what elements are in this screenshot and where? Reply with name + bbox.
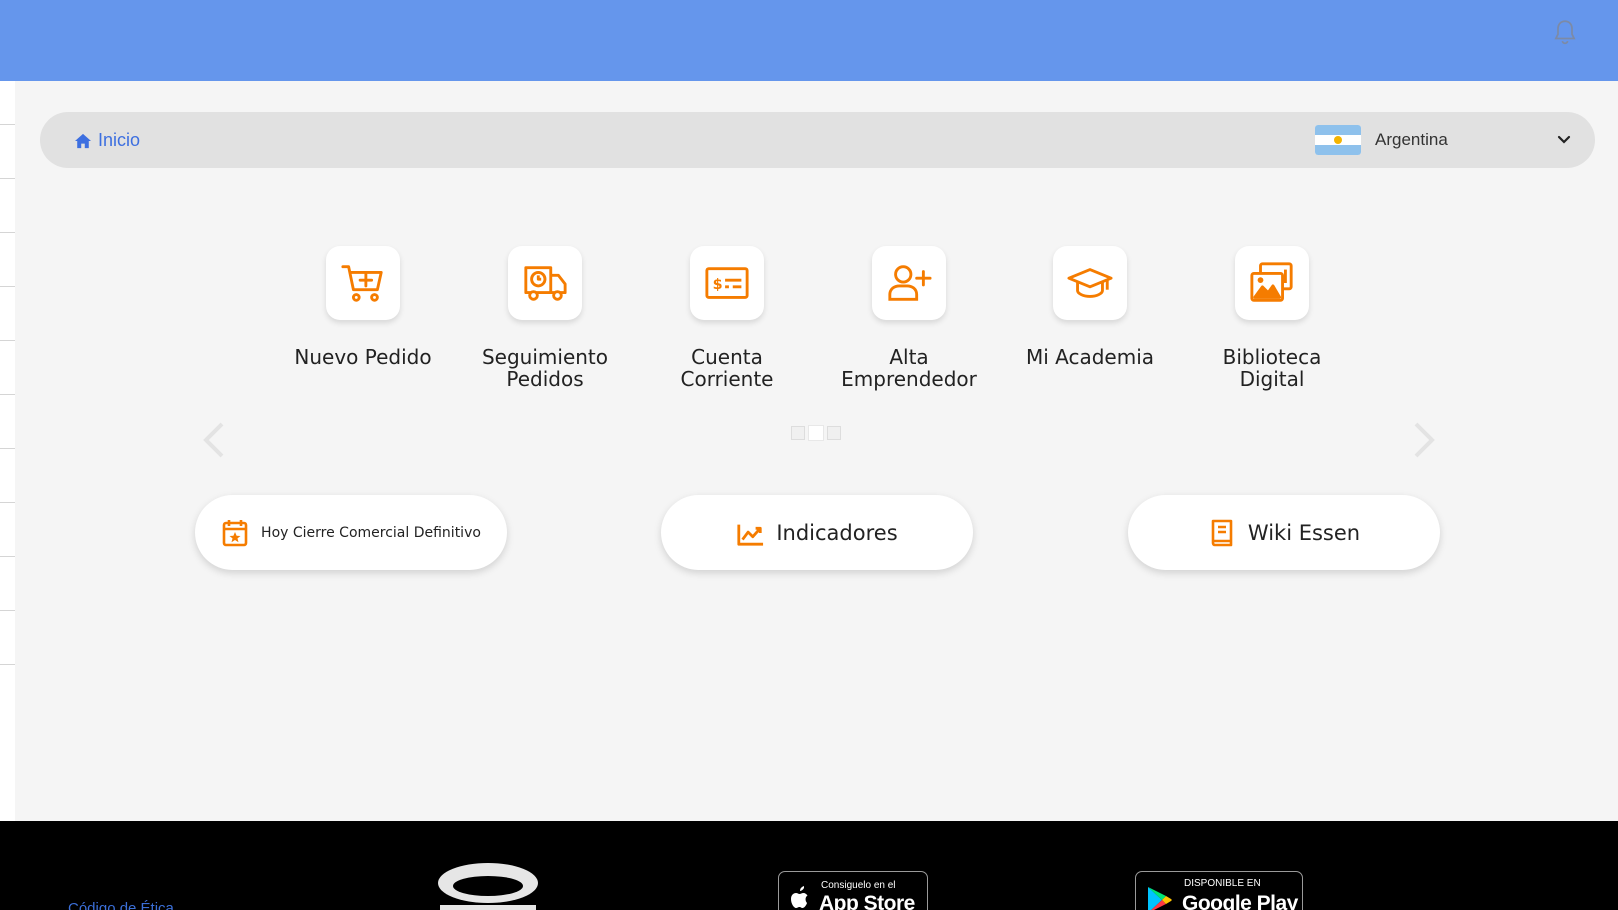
graduation-cap-icon [1067,268,1113,298]
carousel-dot[interactable] [791,426,805,440]
footer: Código de Ética Consiguelo en el App Sto… [0,821,1618,910]
sidebar-divider [0,340,15,341]
shortcut-mi-academia[interactable]: Mi Academia [1000,246,1180,368]
shortcut-label: Mi Academia [1025,345,1155,369]
svg-text:$: $ [713,277,723,293]
sidebar-divider [0,610,15,611]
argentina-flag-icon [1315,125,1361,155]
shortcut-alta-emprendedor[interactable]: Alta Emprendedor [819,246,999,390]
shortcut-label-2: Emprendedor [841,367,977,391]
shortcut-label: Biblioteca [1222,345,1322,369]
sidebar-divider [0,286,15,287]
shortcut-label: Alta [889,345,929,369]
apple-icon [791,886,808,908]
calendar-star-icon [222,519,248,546]
shortcut-label-2: Digital [1239,367,1305,391]
bell-icon[interactable] [1552,18,1578,46]
google-play-badge[interactable]: DISPONIBLE EN Google Play [1135,871,1303,910]
country-select[interactable]: Argentina [1315,122,1575,158]
sidebar-divider [0,232,15,233]
shortcut-cuenta-corriente[interactable]: $ Cuenta Corriente [637,246,817,390]
shortcut-icon-box: $ [690,246,764,320]
cierre-comercial-label: Hoy Cierre Comercial Definitivo [261,524,481,541]
chevron-down-icon [1557,135,1571,144]
chevron-right-icon[interactable] [1410,420,1440,460]
wiki-essen-label: Wiki Essen [1247,520,1361,545]
carousel-dot-active[interactable] [809,426,823,440]
sidebar-divider [0,124,15,125]
cierre-comercial-button[interactable]: Hoy Cierre Comercial Definitivo [195,495,507,570]
book-icon [1211,519,1233,546]
sidebar-divider [0,448,15,449]
shortcut-label: Nuevo Pedido [294,345,432,369]
carousel-dot[interactable] [827,426,841,440]
shortcut-icon-box [508,246,582,320]
breadcrumb-label: Inicio [98,130,141,150]
sidebar-divider [0,502,15,503]
shortcut-biblioteca-digital[interactable]: Biblioteca Digital [1182,246,1362,390]
home-icon [75,133,91,148]
wiki-essen-button[interactable]: Wiki Essen [1128,495,1440,570]
chevron-left-icon[interactable] [198,420,228,460]
shortcut-seguimiento-pedidos[interactable]: Seguimiento Pedidos [455,246,635,390]
breadcrumb: Inicio Argentina [40,112,1595,168]
app-store-small-text: Consiguelo en el [821,880,896,891]
photo-gallery-icon [1250,262,1293,302]
google-play-icon [1148,887,1172,910]
shortcut-label-2: Corriente [680,367,774,391]
indicadores-label: Indicadores [776,520,898,545]
breadcrumb-home-link[interactable]: Inicio [74,130,140,151]
shortcut-label-2: Pedidos [506,367,584,391]
shortcut-label: Cuenta [691,345,763,369]
shortcut-icon-box [1235,246,1309,320]
google-play-big-text: Google Play [1182,892,1298,910]
sidebar-divider [0,178,15,179]
app-store-big-text: App Store [819,892,915,910]
shortcut-nuevo-pedido[interactable]: Nuevo Pedido [273,246,453,368]
brand-logo [438,863,538,910]
app-store-badge[interactable]: Consiguelo en el App Store [778,871,928,910]
codigo-etica-link[interactable]: Código de Ética [68,900,174,910]
sidebar-divider [0,394,15,395]
carousel-indicators [791,426,841,440]
shortcut-icon-box [326,246,400,320]
delivery-truck-clock-icon [524,266,567,301]
top-bar [0,0,1618,81]
shortcut-icon-box [1053,246,1127,320]
sidebar-divider [0,556,15,557]
money-check-icon: $ [705,267,749,299]
sidebar[interactable] [0,81,15,821]
indicadores-button[interactable]: Indicadores [661,495,973,570]
sidebar-divider [0,664,15,665]
user-plus-icon [888,265,932,301]
shortcut-label: Seguimiento [481,345,609,369]
google-play-small-text: DISPONIBLE EN [1184,878,1261,889]
shortcut-icon-box [872,246,946,320]
chart-line-icon [737,524,764,546]
cart-add-icon [341,265,383,302]
country-name: Argentina [1375,130,1448,149]
